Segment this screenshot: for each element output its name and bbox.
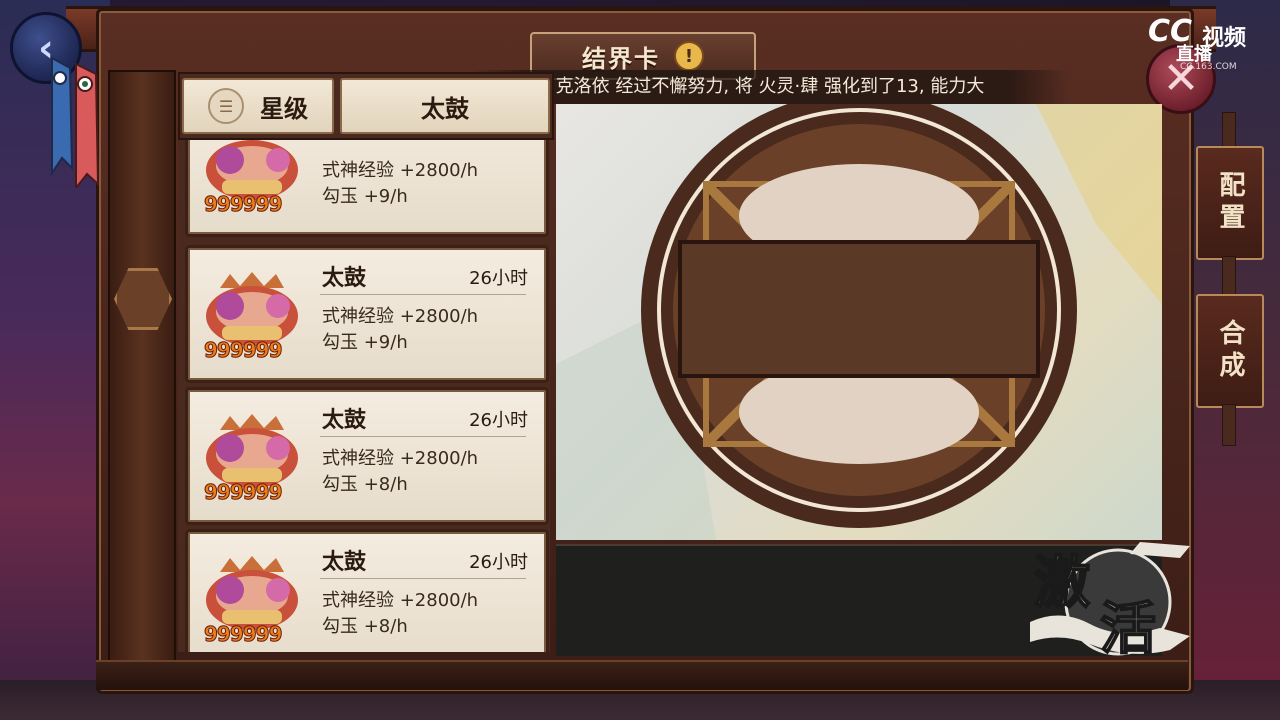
star-filter-button[interactable]: ☰ 星级 bbox=[182, 78, 334, 134]
cc-live-watermark: CC 视频 直播 CC.163.COM bbox=[1126, 12, 1276, 72]
card-name: 太鼓 bbox=[322, 408, 367, 433]
side-pole-mid bbox=[1222, 256, 1236, 296]
card-name: 太鼓 bbox=[322, 266, 367, 291]
card-jade: 勾玉 +9/h bbox=[322, 186, 408, 207]
combine-label: 合成 bbox=[1215, 319, 1245, 383]
card-jade: 勾玉 +8/h bbox=[322, 474, 408, 495]
card-exp: 式神经验 +2800/h bbox=[322, 448, 479, 469]
bottom-frame-rail bbox=[96, 660, 1188, 690]
card-exp: 式神经验 +2800/h bbox=[322, 160, 479, 181]
sort-icon: ☰ bbox=[208, 88, 244, 124]
card-count: 999999 bbox=[204, 338, 283, 363]
card-preview-area bbox=[556, 104, 1162, 540]
divider bbox=[320, 436, 526, 437]
divider bbox=[320, 578, 526, 579]
page-title: 结界卡 bbox=[582, 44, 660, 73]
card-count: 999999 bbox=[204, 192, 283, 217]
card-duration: 26小时 bbox=[469, 410, 528, 431]
list-item[interactable]: 太鼓 26小时 式神经验 +2800/h 勾玉 +9/h 999999 bbox=[188, 248, 546, 380]
card-jade: 勾玉 +8/h bbox=[322, 616, 408, 637]
card-name: 太鼓 bbox=[322, 550, 367, 575]
card-exp: 式神经验 +2800/h bbox=[322, 306, 479, 327]
combine-button[interactable]: 合成 bbox=[1196, 294, 1264, 408]
watermark-url: CC.163.COM bbox=[1180, 62, 1237, 72]
announcement-text: 克洛依 经过不懈努力, 将 火灵·肆 强化到了13, 能力大 bbox=[555, 76, 985, 97]
list-item[interactable]: 太鼓 26小时 式神经验 +2800/h 勾玉 +8/h 999999 bbox=[188, 390, 546, 522]
activate-emblem-icon: 激 活 bbox=[1030, 542, 1190, 663]
card-count: 999999 bbox=[204, 622, 283, 647]
activate-char-1: 激 bbox=[1034, 551, 1090, 616]
info-icon[interactable]: ! bbox=[674, 41, 704, 71]
card-duration: 26小时 bbox=[469, 552, 528, 573]
list-scroll-rail[interactable] bbox=[108, 70, 176, 662]
koinobori-decoration-icon bbox=[51, 56, 100, 188]
card-exp: 式神经验 +2800/h bbox=[322, 590, 479, 611]
card-duration: 26小时 bbox=[469, 268, 528, 289]
side-pole-bottom bbox=[1222, 404, 1236, 446]
divider bbox=[320, 294, 526, 295]
activate-button[interactable]: 激 活 bbox=[1020, 532, 1190, 663]
type-filter-button[interactable]: 太鼓 bbox=[340, 78, 550, 134]
side-pole-top bbox=[1222, 112, 1236, 150]
card-list[interactable]: 式神经验 +2800/h 勾玉 +9/h 999999 太鼓 26小时 式神经验… bbox=[178, 140, 550, 652]
list-item[interactable]: 式神经验 +2800/h 勾玉 +9/h 999999 bbox=[188, 140, 546, 234]
announcement-marquee: 克洛依 经过不懈努力, 将 火灵·肆 强化到了13, 能力大 bbox=[470, 70, 1070, 104]
list-item[interactable]: 太鼓 26小时 式神经验 +2800/h 勾玉 +8/h 999999 bbox=[188, 532, 546, 652]
configure-label: 配置 bbox=[1215, 171, 1245, 235]
star-filter-label: 星级 bbox=[260, 94, 308, 123]
card-count: 999999 bbox=[204, 480, 283, 505]
type-filter-label: 太鼓 bbox=[421, 94, 469, 123]
card-slot-frame-icon bbox=[556, 104, 1162, 540]
card-jade: 勾玉 +9/h bbox=[322, 332, 408, 353]
activate-char-2: 活 bbox=[1100, 597, 1156, 662]
configure-button[interactable]: 配置 bbox=[1196, 146, 1264, 260]
